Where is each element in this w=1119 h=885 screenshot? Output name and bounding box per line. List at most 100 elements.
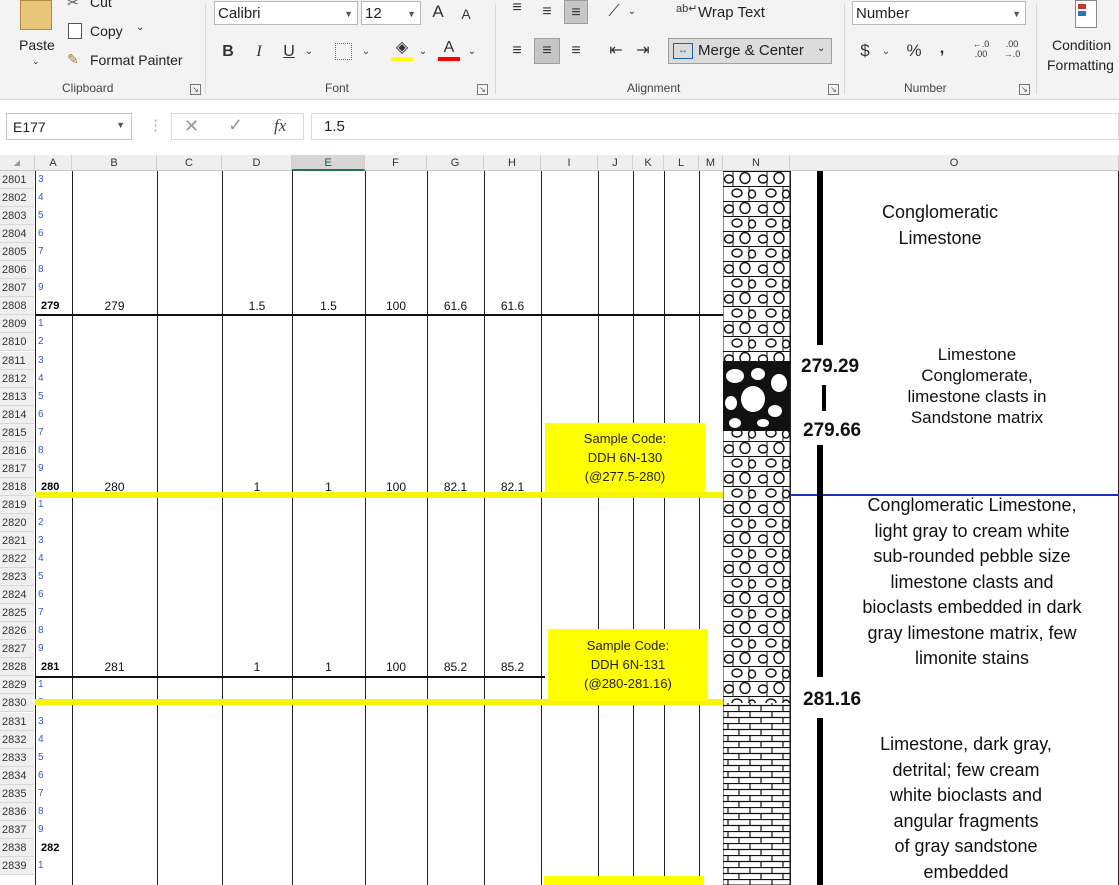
cell-a[interactable]: 4 xyxy=(35,731,71,749)
row-header[interactable]: 2801 xyxy=(0,171,34,189)
name-box[interactable]: E177 ▼ xyxy=(6,113,132,140)
cell-a[interactable]: 2 xyxy=(35,514,71,532)
row-header[interactable]: 2831 xyxy=(0,713,34,731)
font-name-select[interactable]: Calibri ▼ xyxy=(214,1,358,25)
row-header[interactable]: 2810 xyxy=(0,333,34,351)
italic-button[interactable]: I xyxy=(249,40,269,64)
cell-d[interactable]: 1.5 xyxy=(222,299,292,313)
merge-center-button[interactable]: ↔ Merge & Center ⌄ xyxy=(668,38,832,64)
cell-a[interactable]: 8 xyxy=(35,261,71,279)
cell-a[interactable]: 8 xyxy=(35,622,71,640)
cell-h[interactable]: 85.2 xyxy=(484,660,541,674)
row-header[interactable]: 2821 xyxy=(0,532,34,550)
row-header[interactable]: 2807 xyxy=(0,279,34,297)
cell-a[interactable]: 6 xyxy=(35,406,71,424)
copy-button[interactable]: Copy xyxy=(90,23,123,39)
formula-input[interactable]: 1.5 xyxy=(311,113,1119,140)
cell-a[interactable]: 9 xyxy=(35,279,71,297)
borders-icon[interactable] xyxy=(335,43,352,60)
row-header[interactable]: 2829 xyxy=(0,676,34,694)
align-bottom-icon[interactable]: ≡ xyxy=(564,0,588,24)
drag-handle-icon[interactable]: ⋮ xyxy=(148,116,163,134)
row-header[interactable]: 2809 xyxy=(0,315,34,333)
decrease-indent-icon[interactable]: ⇤ xyxy=(605,39,627,63)
font-launcher-icon[interactable]: ↘ xyxy=(477,84,488,95)
row-header[interactable]: 2817 xyxy=(0,460,34,478)
bold-button[interactable]: B xyxy=(218,40,238,64)
conditional-formatting-icon[interactable] xyxy=(1075,0,1097,28)
align-top-icon[interactable]: ≡ xyxy=(505,0,529,20)
row-header[interactable]: 2832 xyxy=(0,731,34,749)
cell-a[interactable]: 5 xyxy=(35,568,71,586)
column-header-k[interactable]: K xyxy=(633,155,664,171)
row-header[interactable]: 2812 xyxy=(0,370,34,388)
cell-a[interactable]: 1 xyxy=(35,676,71,694)
column-header-e[interactable]: E xyxy=(292,155,365,171)
underline-dropdown-icon[interactable]: ⌄ xyxy=(303,40,315,64)
row-header[interactable]: 2808 xyxy=(0,297,34,315)
underline-button[interactable]: U xyxy=(279,40,299,64)
row-header[interactable]: 2815 xyxy=(0,424,34,442)
number-launcher-icon[interactable]: ↘ xyxy=(1019,84,1030,95)
font-size-select[interactable]: 12 ▼ xyxy=(361,1,421,25)
cell-a[interactable]: 3 xyxy=(35,713,71,731)
row-header[interactable]: 2822 xyxy=(0,550,34,568)
cell-a[interactable]: 5 xyxy=(35,207,71,225)
cell-a[interactable]: 7 xyxy=(35,243,71,261)
column-header-g[interactable]: G xyxy=(427,155,484,171)
grow-font-button[interactable]: A xyxy=(428,0,448,24)
cell-a[interactable]: 5 xyxy=(35,388,71,406)
column-header-j[interactable]: J xyxy=(598,155,633,171)
row-header[interactable]: 2837 xyxy=(0,821,34,839)
insert-function-icon[interactable]: fx xyxy=(274,116,286,136)
number-format-select[interactable]: Number ▼ xyxy=(852,1,1026,25)
row-header[interactable]: 2834 xyxy=(0,767,34,785)
cell-a[interactable]: 9 xyxy=(35,640,71,658)
cell-a[interactable]: 9 xyxy=(35,460,71,478)
row-header[interactable]: 2827 xyxy=(0,640,34,658)
align-center-icon[interactable]: ≡ xyxy=(534,38,560,64)
cell-a[interactable]: 3 xyxy=(35,352,71,370)
column-header-n[interactable]: N xyxy=(723,155,790,171)
row-header[interactable]: 2828 xyxy=(0,658,34,676)
comma-button[interactable]: , xyxy=(936,36,948,60)
paste-icon[interactable] xyxy=(20,0,52,30)
cell-g[interactable]: 61.6 xyxy=(427,299,484,313)
column-header-l[interactable]: L xyxy=(664,155,699,171)
select-all-corner[interactable]: ◢ xyxy=(0,155,35,171)
enter-icon[interactable]: ✓ xyxy=(228,115,243,136)
wrap-text-button[interactable]: Wrap Text xyxy=(698,4,765,21)
row-header[interactable]: 2830 xyxy=(0,694,34,712)
cell-b[interactable]: 279 xyxy=(72,299,157,313)
cell-a[interactable]: 6 xyxy=(35,586,71,604)
fill-color-dropdown-icon[interactable]: ⌄ xyxy=(417,40,429,64)
cell-a[interactable]: 7 xyxy=(35,604,71,622)
column-header-c[interactable]: C xyxy=(157,155,222,171)
row-header[interactable]: 2804 xyxy=(0,225,34,243)
cell-a[interactable]: 7 xyxy=(35,424,71,442)
paste-dropdown-icon[interactable]: ⌄ xyxy=(32,56,40,67)
cell-a[interactable]: 281 xyxy=(35,658,71,676)
cell-d[interactable]: 1 xyxy=(222,660,292,674)
cell-a[interactable]: 4 xyxy=(35,370,71,388)
row-header[interactable]: 2825 xyxy=(0,604,34,622)
column-header-m[interactable]: M xyxy=(699,155,723,171)
row-header[interactable]: 2819 xyxy=(0,496,34,514)
cut-button[interactable]: Cut xyxy=(90,0,112,10)
alignment-launcher-icon[interactable]: ↘ xyxy=(828,84,839,95)
cell-a[interactable]: 2 xyxy=(35,333,71,351)
row-header[interactable]: 2805 xyxy=(0,243,34,261)
cell-a[interactable]: 4 xyxy=(35,189,71,207)
cell-b[interactable]: 281 xyxy=(72,660,157,674)
column-header-d[interactable]: D xyxy=(222,155,292,171)
row-header[interactable]: 2835 xyxy=(0,785,34,803)
cell-a[interactable]: 279 xyxy=(35,297,71,315)
cell-f[interactable]: 100 xyxy=(365,299,427,313)
copy-dropdown-icon[interactable]: ⌄ xyxy=(136,22,144,33)
column-header-a[interactable]: A xyxy=(35,155,72,171)
row-header[interactable]: 2816 xyxy=(0,442,34,460)
row-header[interactable]: 2814 xyxy=(0,406,34,424)
cell-a[interactable]: 8 xyxy=(35,803,71,821)
cell-a[interactable]: 282 xyxy=(35,839,71,857)
format-painter-button[interactable]: Format Painter xyxy=(90,52,183,68)
